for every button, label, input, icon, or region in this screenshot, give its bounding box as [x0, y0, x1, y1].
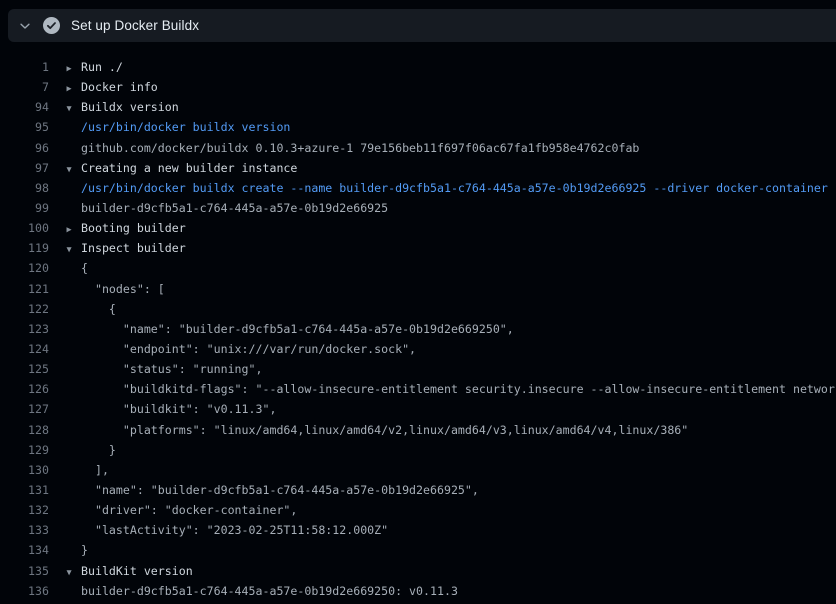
log-line: 123 "name": "builder-d9cfb5a1-c764-445a-…: [0, 319, 836, 339]
triangle-right-icon[interactable]: ▶: [61, 59, 77, 79]
step-title: Set up Docker Buildx: [71, 18, 199, 33]
line-number[interactable]: 127: [0, 399, 49, 419]
log-line: 1 ▶ Run ./: [0, 57, 836, 77]
step-header[interactable]: Set up Docker Buildx: [8, 9, 836, 42]
line-number[interactable]: 100: [0, 218, 49, 238]
line-number[interactable]: 121: [0, 279, 49, 299]
log-line: 131 "name": "builder-d9cfb5a1-c764-445a-…: [0, 480, 836, 500]
line-number[interactable]: 133: [0, 520, 49, 540]
line-number[interactable]: 98: [0, 178, 49, 198]
log-text[interactable]: BuildKit version: [81, 561, 193, 581]
log-line: 136 builder-d9cfb5a1-c764-445a-a57e-0b19…: [0, 581, 836, 601]
line-number[interactable]: 96: [0, 138, 49, 158]
log-text: "endpoint": "unix:///var/run/docker.sock…: [81, 339, 416, 359]
log-line: 94 ▼ Buildx version: [0, 97, 836, 117]
log-text: }: [81, 440, 116, 460]
log-text: "platforms": "linux/amd64,linux/amd64/v2…: [81, 420, 688, 440]
line-number[interactable]: 94: [0, 97, 49, 117]
log-text[interactable]: Inspect builder: [81, 238, 186, 258]
log-text: "name": "builder-d9cfb5a1-c764-445a-a57e…: [81, 480, 479, 500]
line-number[interactable]: 99: [0, 198, 49, 218]
log-text: "lastActivity": "2023-02-25T11:58:12.000…: [81, 520, 388, 540]
log-text: builder-d9cfb5a1-c764-445a-a57e-0b19d2e6…: [81, 198, 388, 218]
log-text: "buildkitd-flags": "--allow-insecure-ent…: [81, 379, 836, 399]
log-line: 128 "platforms": "linux/amd64,linux/amd6…: [0, 420, 836, 440]
log-line: 130 ],: [0, 460, 836, 480]
log-text[interactable]: Booting builder: [81, 218, 186, 238]
log-text: /usr/bin/docker buildx create --name bui…: [81, 178, 828, 198]
line-number[interactable]: 124: [0, 339, 49, 359]
check-circle-icon: [43, 17, 60, 34]
log-text[interactable]: Creating a new builder instance: [81, 158, 297, 178]
log-text: {: [81, 258, 88, 278]
log-text: "nodes": [: [81, 279, 165, 299]
log-text: }: [81, 540, 88, 560]
triangle-down-icon[interactable]: ▼: [61, 160, 77, 180]
log-text: "name": "builder-d9cfb5a1-c764-445a-a57e…: [81, 319, 514, 339]
line-number[interactable]: 95: [0, 117, 49, 137]
log-line: 129 }: [0, 440, 836, 460]
log-line: 99 builder-d9cfb5a1-c764-445a-a57e-0b19d…: [0, 198, 836, 218]
log-line: 124 "endpoint": "unix:///var/run/docker.…: [0, 339, 836, 359]
triangle-down-icon[interactable]: ▼: [61, 99, 77, 119]
log-line: 120 {: [0, 258, 836, 278]
chevron-down-icon[interactable]: [17, 18, 33, 34]
line-number[interactable]: 135: [0, 561, 49, 581]
triangle-right-icon[interactable]: ▶: [61, 79, 77, 99]
log-text: github.com/docker/buildx 0.10.3+azure-1 …: [81, 138, 639, 158]
log-text: "driver": "docker-container",: [81, 500, 297, 520]
log-line: 95 /usr/bin/docker buildx version: [0, 117, 836, 137]
log-line: 134 }: [0, 540, 836, 560]
log-text[interactable]: Buildx version: [81, 97, 179, 117]
triangle-down-icon[interactable]: ▼: [61, 563, 77, 583]
log-text: "status": "running",: [81, 359, 262, 379]
log-area: 1 ▶ Run ./ 7 ▶ Docker info 94 ▼ Buildx v…: [0, 42, 836, 601]
log-line: 135 ▼ BuildKit version: [0, 561, 836, 581]
line-number[interactable]: 122: [0, 299, 49, 319]
line-number[interactable]: 120: [0, 258, 49, 278]
line-number[interactable]: 134: [0, 540, 49, 560]
log-text: ],: [81, 460, 109, 480]
log-line: 127 "buildkit": "v0.11.3",: [0, 399, 836, 419]
line-number[interactable]: 125: [0, 359, 49, 379]
log-line: 132 "driver": "docker-container",: [0, 500, 836, 520]
line-number[interactable]: 119: [0, 238, 49, 258]
log-line: 98 /usr/bin/docker buildx create --name …: [0, 178, 836, 198]
line-number[interactable]: 136: [0, 581, 49, 601]
line-number[interactable]: 128: [0, 420, 49, 440]
log-text: {: [81, 299, 116, 319]
log-text[interactable]: Docker info: [81, 77, 158, 97]
log-line: 133 "lastActivity": "2023-02-25T11:58:12…: [0, 520, 836, 540]
line-number[interactable]: 97: [0, 158, 49, 178]
log-line: 121 "nodes": [: [0, 279, 836, 299]
line-number[interactable]: 123: [0, 319, 49, 339]
log-line: 100 ▶ Booting builder: [0, 218, 836, 238]
log-text: builder-d9cfb5a1-c764-445a-a57e-0b19d2e6…: [81, 581, 458, 601]
log-line: 119 ▼ Inspect builder: [0, 238, 836, 258]
log-line: 125 "status": "running",: [0, 359, 836, 379]
line-number[interactable]: 129: [0, 440, 49, 460]
line-number[interactable]: 132: [0, 500, 49, 520]
line-number[interactable]: 126: [0, 379, 49, 399]
log-text[interactable]: Run ./: [81, 57, 123, 77]
log-line: 126 "buildkitd-flags": "--allow-insecure…: [0, 379, 836, 399]
log-line: 7 ▶ Docker info: [0, 77, 836, 97]
line-number[interactable]: 1: [0, 57, 49, 77]
log-line: 96 github.com/docker/buildx 0.10.3+azure…: [0, 138, 836, 158]
triangle-right-icon[interactable]: ▶: [61, 220, 77, 240]
log-text: /usr/bin/docker buildx version: [81, 117, 290, 137]
triangle-down-icon[interactable]: ▼: [61, 240, 77, 260]
line-number[interactable]: 131: [0, 480, 49, 500]
log-line: 122 {: [0, 299, 836, 319]
log-text: "buildkit": "v0.11.3",: [81, 399, 276, 419]
line-number[interactable]: 7: [0, 77, 49, 97]
line-number[interactable]: 130: [0, 460, 49, 480]
log-line: 97 ▼ Creating a new builder instance: [0, 158, 836, 178]
